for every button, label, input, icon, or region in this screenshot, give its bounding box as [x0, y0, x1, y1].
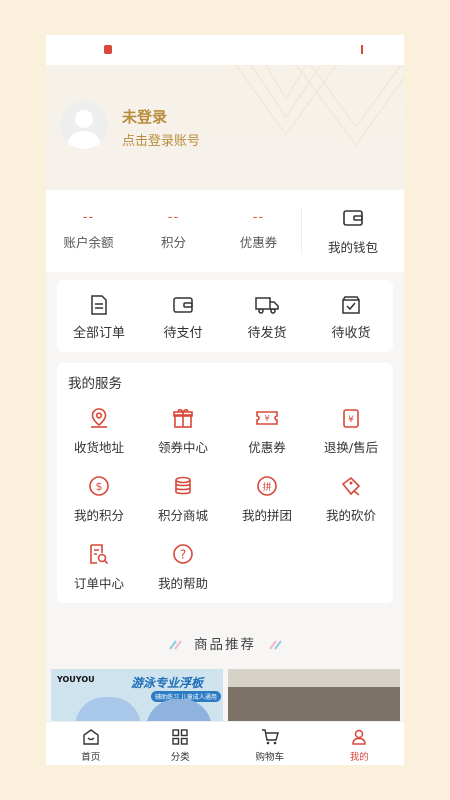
- dollar-circle-icon: $: [89, 476, 109, 496]
- order-search-icon: [90, 544, 109, 565]
- stat-label: 积分: [160, 235, 186, 250]
- slash-decor-icon: [269, 640, 282, 650]
- gift-icon: [173, 408, 193, 428]
- service-label: 积分商城: [157, 508, 208, 523]
- svg-text:?: ?: [180, 548, 186, 562]
- account-stats: -- 账户余额 -- 积分 -- 优惠券 我的钱包: [46, 190, 404, 272]
- refund-icon: ¥: [343, 409, 359, 428]
- battery-icon: [361, 45, 363, 54]
- order-pending-receipt[interactable]: 待收货: [309, 280, 393, 352]
- service-bargain[interactable]: 我的砍价: [309, 475, 393, 524]
- price-tag-icon: [341, 476, 361, 496]
- coupon-icon: ¥: [256, 411, 278, 425]
- tab-cart[interactable]: 购物车: [225, 722, 315, 765]
- document-icon: [91, 295, 107, 315]
- tab-home[interactable]: 首页: [46, 722, 136, 765]
- order-label: 待收货: [331, 326, 371, 341]
- wallet-icon: [173, 297, 193, 313]
- home-icon: [83, 729, 99, 745]
- location-pin-icon: [91, 408, 107, 428]
- tab-bar: 首页 分类 购物车 我的: [46, 721, 404, 765]
- wallet-label: 我的钱包: [327, 240, 378, 255]
- user-icon: [352, 729, 367, 745]
- service-label: 我的帮助: [157, 576, 208, 591]
- service-coupon-center[interactable]: 领券中心: [141, 407, 225, 456]
- truck-icon: [255, 297, 279, 314]
- decorative-lines-icon: [235, 65, 404, 147]
- status-indicator-icon: [104, 45, 112, 54]
- service-label: 我的砍价: [325, 508, 376, 523]
- order-label: 待支付: [163, 326, 203, 341]
- svg-text:¥: ¥: [264, 414, 269, 423]
- order-pending-shipment[interactable]: 待发货: [225, 280, 309, 352]
- grid-icon: [172, 729, 188, 745]
- stat-value: --: [82, 210, 95, 225]
- product-card[interactable]: [228, 669, 400, 721]
- tab-label: 分类: [170, 752, 190, 763]
- order-all[interactable]: 全部订单: [57, 280, 141, 352]
- product-image: [228, 669, 400, 687]
- product-card[interactable]: YOUYOU 游泳专业浮板 辅助练习 儿童成人通用: [51, 669, 223, 721]
- wallet-button[interactable]: 我的钱包: [301, 208, 404, 255]
- order-label: 全部订单: [72, 326, 125, 341]
- login-status[interactable]: 未登录: [122, 106, 167, 127]
- service-label: 收货地址: [73, 440, 124, 455]
- help-circle-icon: ?: [173, 544, 193, 564]
- stat-coupons[interactable]: -- 优惠券: [216, 190, 301, 272]
- login-prompt[interactable]: 点击登录账号: [122, 130, 200, 149]
- order-label: 待发货: [247, 326, 287, 341]
- service-label: 我的积分: [73, 508, 124, 523]
- svg-text:¥: ¥: [348, 415, 354, 425]
- services-card: 我的服务 收货地址 领券中心 ¥ 优惠券 ¥ 退换/售后 $ 我的积分 积分商城…: [57, 363, 393, 603]
- service-label: 我的拼团: [241, 508, 292, 523]
- stat-value: --: [167, 210, 180, 225]
- product-image: [146, 699, 212, 721]
- product-image: [75, 697, 141, 721]
- stat-label: 优惠券: [239, 235, 278, 250]
- svg-text:$: $: [96, 480, 103, 493]
- avatar[interactable]: [60, 101, 108, 149]
- status-bar: [46, 35, 404, 65]
- brand-label: YOUYOU: [57, 675, 95, 684]
- service-order-center[interactable]: 订单中心: [57, 543, 141, 592]
- service-my-points[interactable]: $ 我的积分: [57, 475, 141, 524]
- box-check-icon: [342, 296, 360, 314]
- profile-header[interactable]: 未登录 点击登录账号: [46, 65, 404, 190]
- stat-points[interactable]: -- 积分: [131, 190, 216, 272]
- service-label: 退换/售后: [323, 440, 379, 455]
- orders-card: 全部订单 待支付 待发货 待收货: [57, 280, 393, 352]
- stat-label: 账户余额: [63, 235, 114, 250]
- group-buy-icon: 拼: [257, 476, 277, 496]
- order-pending-payment[interactable]: 待支付: [141, 280, 225, 352]
- product-headline: 游泳专业浮板: [131, 676, 204, 690]
- service-coupons[interactable]: ¥ 优惠券: [225, 407, 309, 456]
- tab-mine[interactable]: 我的: [315, 722, 405, 765]
- service-after-sales[interactable]: ¥ 退换/售后: [309, 407, 393, 456]
- services-title: 我的服务: [68, 376, 122, 392]
- phone-screen: 未登录 点击登录账号 -- 账户余额 -- 积分 -- 优惠券 我的钱包 全部订…: [46, 35, 404, 765]
- slash-decor-icon: [169, 640, 182, 650]
- tab-category[interactable]: 分类: [136, 722, 226, 765]
- service-help[interactable]: ? 我的帮助: [141, 543, 225, 592]
- stat-value: --: [252, 210, 265, 225]
- service-address[interactable]: 收货地址: [57, 407, 141, 456]
- cart-icon: [261, 729, 279, 745]
- coin-stack-icon: [175, 476, 191, 495]
- recommend-title: 商品推荐: [194, 637, 256, 653]
- service-label: 订单中心: [73, 576, 124, 591]
- service-label: 领券中心: [157, 440, 208, 455]
- stat-balance[interactable]: -- 账户余额: [46, 190, 131, 272]
- svg-text:拼: 拼: [262, 481, 271, 493]
- tab-label: 购物车: [255, 752, 284, 763]
- recommend-header: 商品推荐: [46, 633, 404, 653]
- wallet-icon: [343, 210, 363, 226]
- tab-label: 首页: [81, 752, 101, 763]
- service-points-mall[interactable]: 积分商城: [141, 475, 225, 524]
- service-group-buy[interactable]: 拼 我的拼团: [225, 475, 309, 524]
- service-label: 优惠券: [248, 440, 286, 455]
- tab-label: 我的: [349, 752, 369, 763]
